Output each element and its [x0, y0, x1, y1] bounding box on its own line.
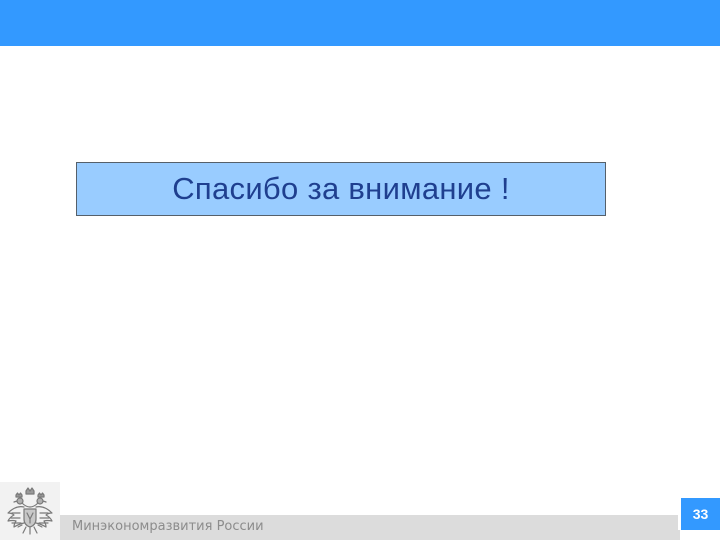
- page-number-badge: 33: [678, 498, 720, 530]
- russian-coat-of-arms-icon: [7, 487, 53, 535]
- title-box: Спасибо за внимание !: [76, 162, 606, 216]
- slide-title: Спасибо за внимание !: [172, 171, 510, 206]
- footer-org-name: Минэкономразвития России: [72, 519, 264, 534]
- header-bar: [0, 0, 720, 46]
- emblem-container: [0, 482, 60, 540]
